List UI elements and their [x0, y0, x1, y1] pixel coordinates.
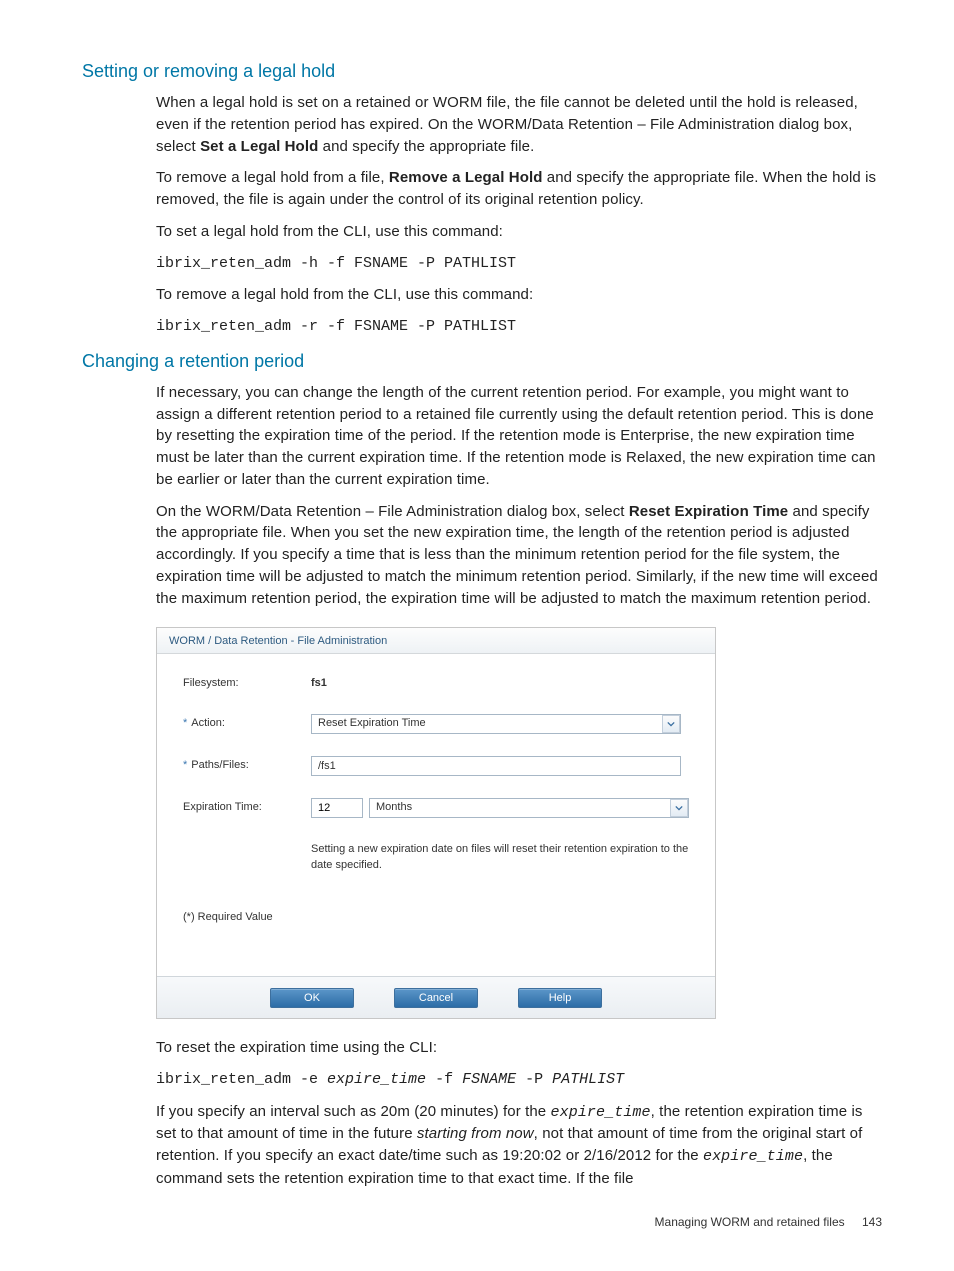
cancel-button[interactable]: Cancel: [394, 988, 478, 1008]
para-retention-1: If necessary, you can change the length …: [156, 382, 882, 491]
label-expiration: Expiration Time:: [183, 800, 311, 816]
ok-button[interactable]: OK: [270, 988, 354, 1008]
inline-expire-time-2: expire_time: [703, 1148, 803, 1165]
para-legal-hold-1: When a legal hold is set on a retained o…: [156, 92, 882, 157]
code-reset-expiration: ibrix_reten_adm -e expire_time -f FSNAME…: [156, 1069, 882, 1091]
inline-expire-time-1: expire_time: [551, 1104, 651, 1121]
text: If you specify an interval such as 20m (…: [156, 1103, 551, 1120]
row-action: *Action: Reset Expiration Time: [183, 714, 689, 734]
input-paths[interactable]: [311, 756, 681, 776]
emphasis-reset-expiration: Reset Expiration Time: [629, 503, 788, 520]
page-footer: Managing WORM and retained files 143: [655, 1214, 882, 1231]
label-filesystem: Filesystem:: [183, 676, 311, 692]
arg-expire-time: expire_time: [327, 1071, 426, 1088]
chevron-down-icon: [670, 799, 688, 817]
text: Paths/Files:: [191, 759, 248, 771]
para-cli-set: To set a legal hold from the CLI, use th…: [156, 221, 882, 243]
dialog-help-text: Setting a new expiration date on files w…: [311, 842, 689, 874]
row-paths: *Paths/Files:: [183, 756, 689, 776]
text: On the WORM/Data Retention – File Admini…: [156, 503, 629, 520]
dialog-footer: OK Cancel Help: [157, 976, 715, 1018]
input-expiration-value[interactable]: [311, 798, 363, 818]
select-expiration-unit[interactable]: Months: [369, 798, 689, 818]
heading-legal-hold: Setting or removing a legal hold: [82, 58, 882, 84]
chevron-down-icon: [662, 715, 680, 733]
dialog-body: Filesystem: fs1 *Action: Reset Expiratio…: [157, 654, 715, 976]
para-legal-hold-2: To remove a legal hold from a file, Remo…: [156, 167, 882, 211]
select-action-value: Reset Expiration Time: [312, 716, 662, 732]
dialog-worm-file-admin: WORM / Data Retention - File Administrat…: [156, 627, 716, 1019]
inline-starting-from-now: starting from now: [417, 1125, 534, 1142]
text: Action:: [191, 717, 225, 729]
emphasis-remove-legal-hold: Remove a Legal Hold: [389, 169, 543, 186]
help-button[interactable]: Help: [518, 988, 602, 1008]
footer-text: Managing WORM and retained files: [655, 1215, 845, 1229]
value-filesystem: fs1: [311, 676, 327, 692]
para-retention-2: On the WORM/Data Retention – File Admini…: [156, 501, 882, 610]
text: -f: [426, 1071, 462, 1088]
page-number: 143: [862, 1215, 882, 1229]
para-cli-reset: To reset the expiration time using the C…: [156, 1037, 882, 1059]
label-action: *Action:: [183, 716, 311, 732]
label-paths: *Paths/Files:: [183, 758, 311, 774]
heading-retention-period: Changing a retention period: [82, 348, 882, 374]
para-interval-note: If you specify an interval such as 20m (…: [156, 1101, 882, 1190]
required-value-note: (*) Required Value: [183, 910, 689, 926]
arg-pathlist: PATHLIST: [552, 1071, 624, 1088]
row-expiration: Expiration Time: Months: [183, 798, 689, 818]
row-filesystem: Filesystem: fs1: [183, 676, 689, 692]
code-remove-hold: ibrix_reten_adm -r -f FSNAME -P PATHLIST: [156, 316, 882, 338]
text: and specify the appropriate file.: [318, 138, 534, 155]
text: To remove a legal hold from a file,: [156, 169, 389, 186]
text: ibrix_reten_adm -e: [156, 1071, 327, 1088]
select-expiration-unit-value: Months: [370, 800, 670, 816]
arg-fsname: FSNAME: [462, 1071, 516, 1088]
select-action[interactable]: Reset Expiration Time: [311, 714, 681, 734]
code-set-hold: ibrix_reten_adm -h -f FSNAME -P PATHLIST: [156, 253, 882, 275]
emphasis-set-legal-hold: Set a Legal Hold: [200, 138, 318, 155]
dialog-title: WORM / Data Retention - File Administrat…: [157, 628, 715, 654]
para-cli-remove: To remove a legal hold from the CLI, use…: [156, 284, 882, 306]
text: -P: [516, 1071, 552, 1088]
